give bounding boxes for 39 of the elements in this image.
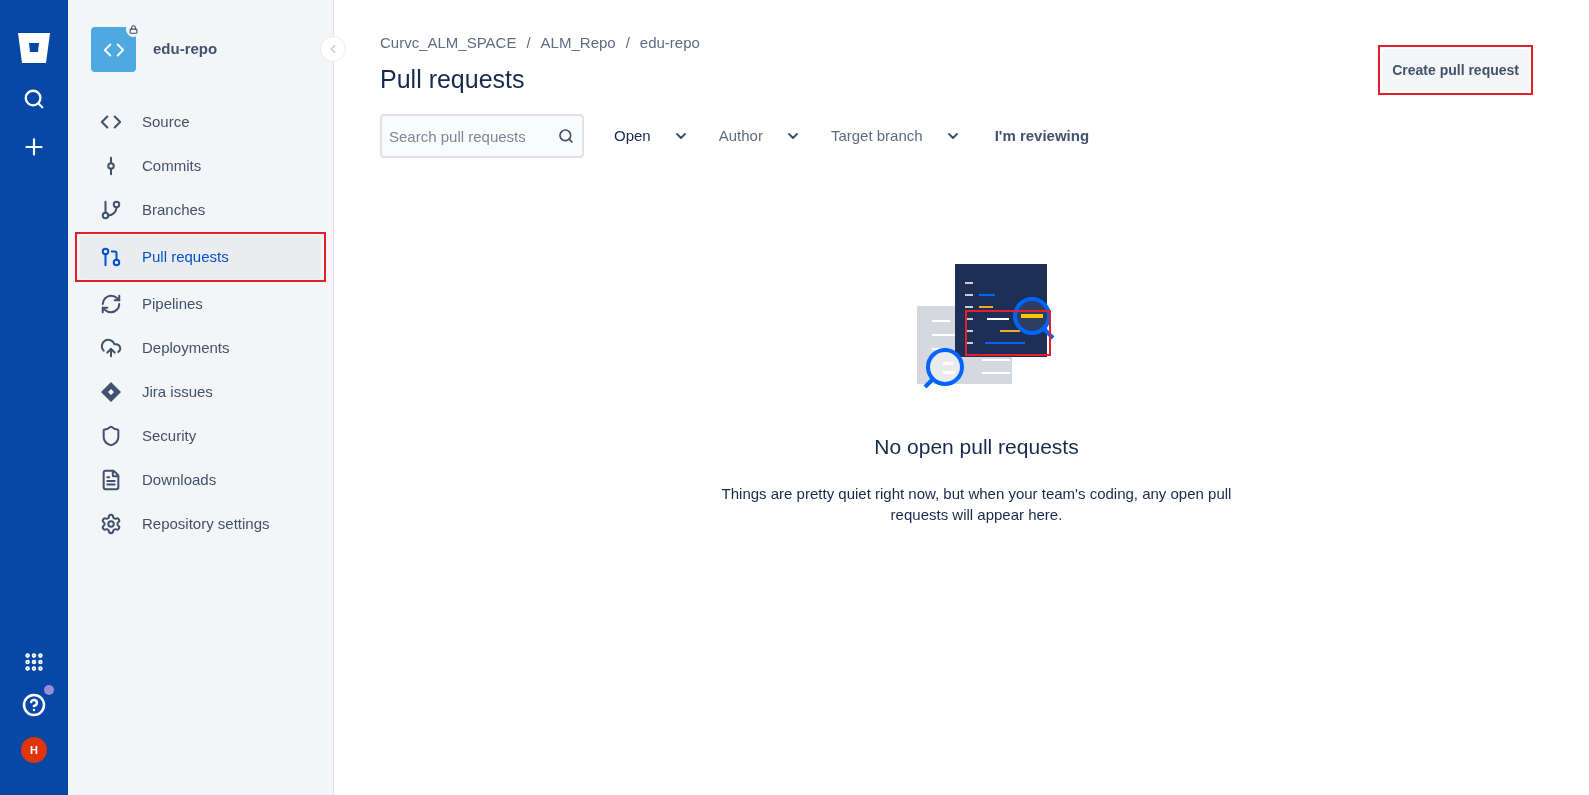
reviewing-filter-button[interactable]: I'm reviewing xyxy=(990,120,1094,152)
pull-request-icon xyxy=(100,246,122,268)
sidebar-item[interactable]: Commits xyxy=(80,144,321,188)
search-field[interactable]: Search pull requests xyxy=(380,114,584,158)
sidebar-item[interactable]: Deployments xyxy=(80,326,321,370)
app-grid-icon[interactable] xyxy=(23,651,45,673)
diamond-icon xyxy=(100,381,122,403)
refresh-icon xyxy=(100,293,122,315)
sidebar-item[interactable]: Jira issues xyxy=(80,370,321,414)
filter-dropdown[interactable]: Open xyxy=(614,124,689,148)
breadcrumb-separator: / xyxy=(526,33,531,53)
repo-name: edu-repo xyxy=(153,39,218,60)
document-icon xyxy=(100,469,122,491)
create-pull-request-button[interactable]: Create pull request xyxy=(1382,49,1529,91)
filter-dropdown[interactable]: Target branch xyxy=(830,124,961,148)
branch-icon xyxy=(100,199,122,221)
user-avatar[interactable]: H xyxy=(21,737,47,763)
sidebar-item[interactable]: Security xyxy=(80,414,321,458)
search-icon[interactable] xyxy=(23,88,45,110)
search-icon xyxy=(558,128,574,144)
sidebar-item[interactable]: Pull requests xyxy=(80,235,321,279)
sidebar-item[interactable]: Source xyxy=(80,100,321,144)
help-icon[interactable] xyxy=(22,693,46,717)
sidebar-item[interactable]: Branches xyxy=(80,188,321,232)
settings-icon xyxy=(100,513,122,535)
breadcrumb-link[interactable]: ALM_Repo xyxy=(540,32,616,55)
cloud-upload-icon xyxy=(100,337,122,359)
sidebar-item[interactable]: Repository settings xyxy=(80,502,321,546)
page-title: Pull requests xyxy=(380,63,526,95)
sidebar-item[interactable]: Pipelines xyxy=(80,282,321,326)
empty-state-heading: No open pull requests xyxy=(874,434,1079,460)
breadcrumb-separator: / xyxy=(625,33,630,53)
breadcrumb-link[interactable]: edu-repo xyxy=(639,32,700,55)
shield-icon xyxy=(100,425,122,447)
sidebar-item[interactable]: Downloads xyxy=(80,458,321,502)
filter-dropdown[interactable]: Author xyxy=(718,124,801,148)
bucket-logo-icon[interactable] xyxy=(17,32,51,64)
empty-state-message: Things are pretty quiet right now, but when your team's coding, any open pull requests will appear here. xyxy=(720,483,1233,525)
breadcrumb-link[interactable]: Curvc_ALM_SPACE xyxy=(380,32,517,55)
